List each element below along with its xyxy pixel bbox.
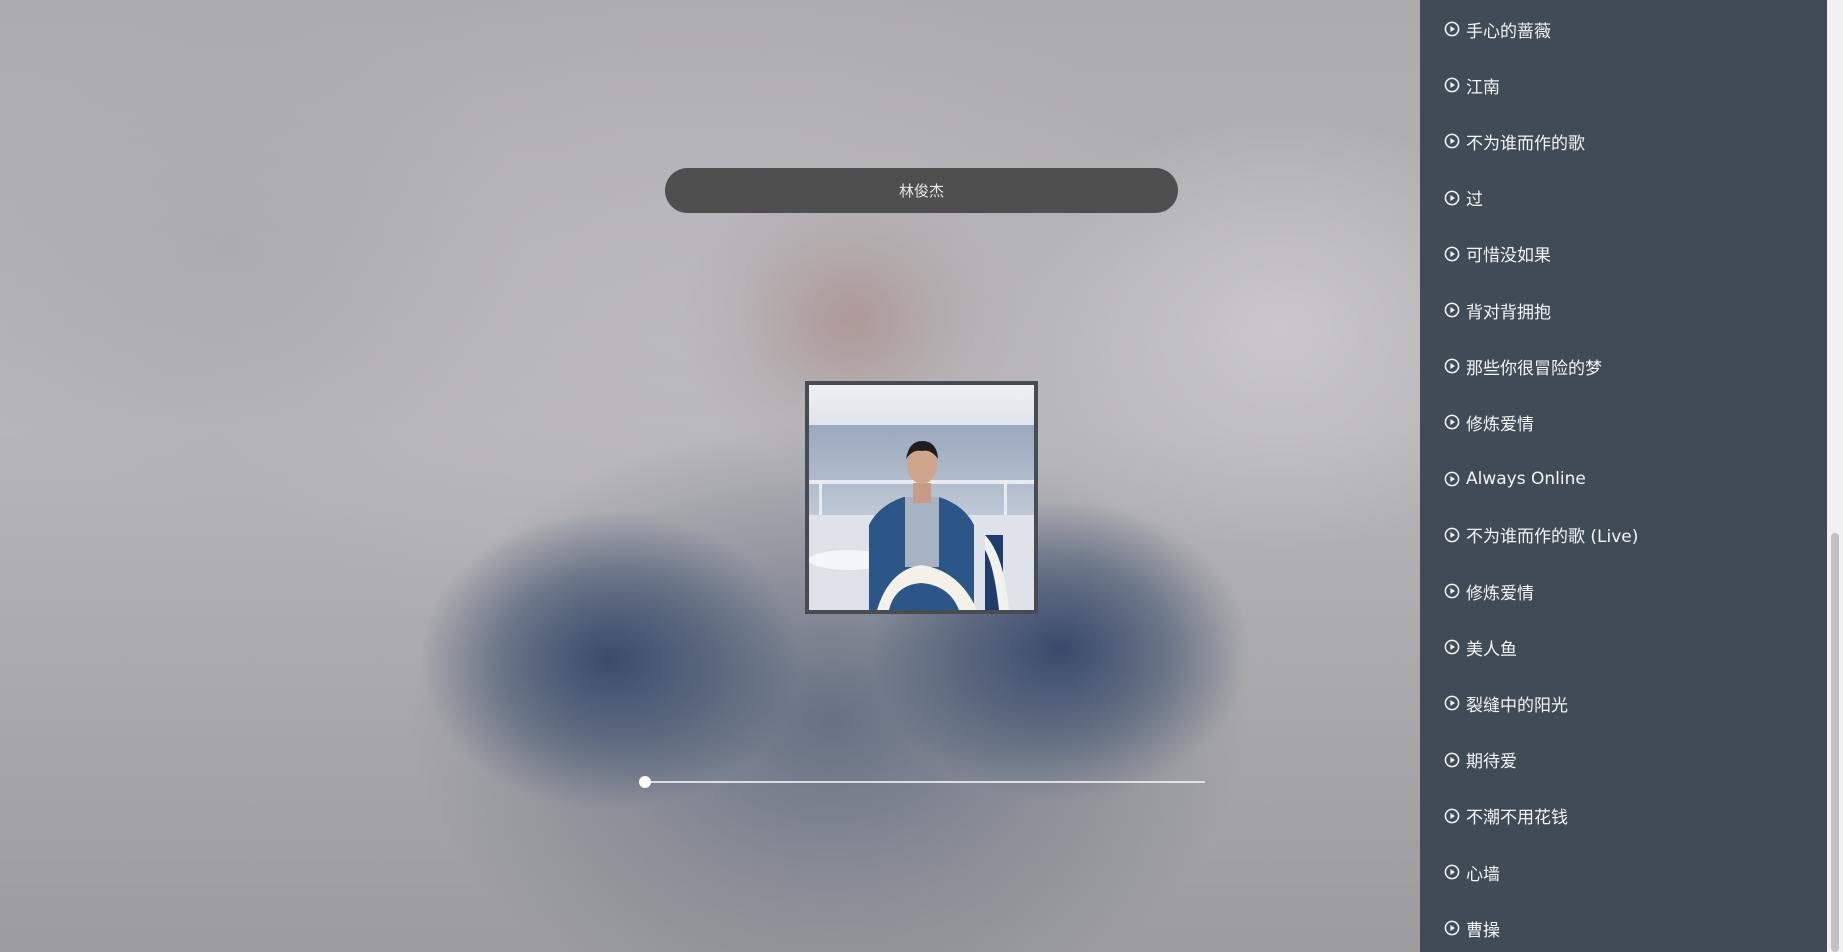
blurred-album-background	[0, 0, 1420, 952]
playlist-item-title: 那些你很冒险的梦	[1466, 358, 1602, 379]
play-circle-icon	[1444, 302, 1460, 318]
playlist-item[interactable]: 曹操	[1444, 900, 1500, 952]
playlist-item-title: 手心的蔷薇	[1466, 21, 1551, 42]
play-circle-icon	[1444, 77, 1460, 93]
playlist-item-title: 修炼爱情	[1466, 583, 1534, 604]
playlist-item-title: 过	[1466, 190, 1483, 211]
playlist-panel: 手心的蔷薇江南不为谁而作的歌过可惜没如果背对背拥抱那些你很冒险的梦 修炼爱情 Alw…	[1420, 0, 1827, 952]
playlist-item[interactable]: 江南	[1444, 57, 1500, 113]
album-cover	[805, 381, 1038, 614]
play-circle-icon	[1444, 583, 1460, 599]
play-circle-icon	[1444, 134, 1460, 149]
playlist-item[interactable]: 不为谁而作的歌 (Live)	[1444, 507, 1638, 563]
play-circle-icon	[1444, 808, 1460, 824]
scrollbar-thumb[interactable]	[1831, 533, 1839, 952]
music-player-page: 林俊杰 手心的蔷薇 江南 不为谁而作的歌 过 可惜没如果 背对背拥抱 那些你很冒…	[0, 0, 1843, 952]
playlist-item-title: 修炼爱情	[1466, 414, 1534, 435]
playlist-scrollbar[interactable]	[1827, 0, 1843, 952]
playlist-item[interactable]: 手心的蔷薇	[1444, 1, 1551, 57]
playback-progress-slider[interactable]	[639, 776, 1205, 788]
playlist-item[interactable]: 美人鱼	[1444, 619, 1517, 675]
playlist-item[interactable]: 修炼爱情	[1444, 394, 1534, 450]
playlist-item-title: 曹操	[1466, 920, 1500, 941]
playlist-item-title: 期待爱	[1466, 752, 1517, 773]
progress-handle[interactable]	[639, 776, 651, 788]
play-circle-icon	[1444, 190, 1460, 205]
playlist-item[interactable]: 过	[1444, 170, 1483, 226]
playlist-item[interactable]: Always Online	[1444, 451, 1586, 507]
play-circle-icon	[1444, 639, 1460, 655]
playlist-item-title: 背对背拥抱	[1466, 302, 1551, 323]
playlist-item-title: 不为谁而作的歌 (Live)	[1466, 527, 1639, 548]
playlist-item[interactable]: 可惜没如果	[1444, 226, 1551, 282]
playlist-item[interactable]: 不潮不用花钱	[1444, 788, 1568, 844]
playlist-item[interactable]: 背对背拥抱	[1444, 282, 1551, 338]
playlist-item-title: 裂缝中的阳光	[1466, 695, 1568, 716]
play-circle-icon	[1444, 21, 1460, 37]
playlist-item[interactable]: 不为谁而作的歌	[1444, 113, 1585, 169]
playlist-item-title: 可惜没如果	[1466, 246, 1551, 267]
playlist-item-title: 不潮不用花钱	[1466, 808, 1568, 829]
playlist-item-title: 美人鱼	[1466, 639, 1517, 660]
playlist-item[interactable]: 期待爱	[1444, 732, 1517, 788]
playlist-item-title: Always Online	[1466, 468, 1586, 489]
playlist-item-title: 江南	[1466, 77, 1500, 98]
play-circle-icon	[1444, 471, 1460, 486]
play-circle-icon	[1444, 752, 1460, 767]
play-circle-icon	[1444, 246, 1460, 262]
playlist-item-title: 不为谁而作的歌	[1466, 133, 1585, 154]
artist-name: 林俊杰	[898, 182, 944, 200]
play-circle-icon	[1444, 415, 1460, 430]
play-circle-icon	[1444, 864, 1460, 880]
playlist-item[interactable]: 裂缝中的阳光	[1444, 675, 1568, 731]
playlist-item-title: 心墙	[1466, 864, 1500, 885]
play-circle-icon	[1444, 696, 1460, 711]
playlist-item[interactable]: 心墙	[1444, 844, 1500, 900]
playlist-item[interactable]: 修炼爱情	[1444, 563, 1534, 619]
play-circle-icon	[1444, 527, 1460, 543]
artist-name-bar: 林俊杰	[665, 168, 1178, 213]
album-cover-photo	[809, 385, 1034, 610]
play-circle-icon	[1444, 358, 1460, 374]
playlist-item[interactable]: 那些你很冒险的梦	[1444, 338, 1602, 394]
play-circle-icon	[1444, 920, 1460, 936]
